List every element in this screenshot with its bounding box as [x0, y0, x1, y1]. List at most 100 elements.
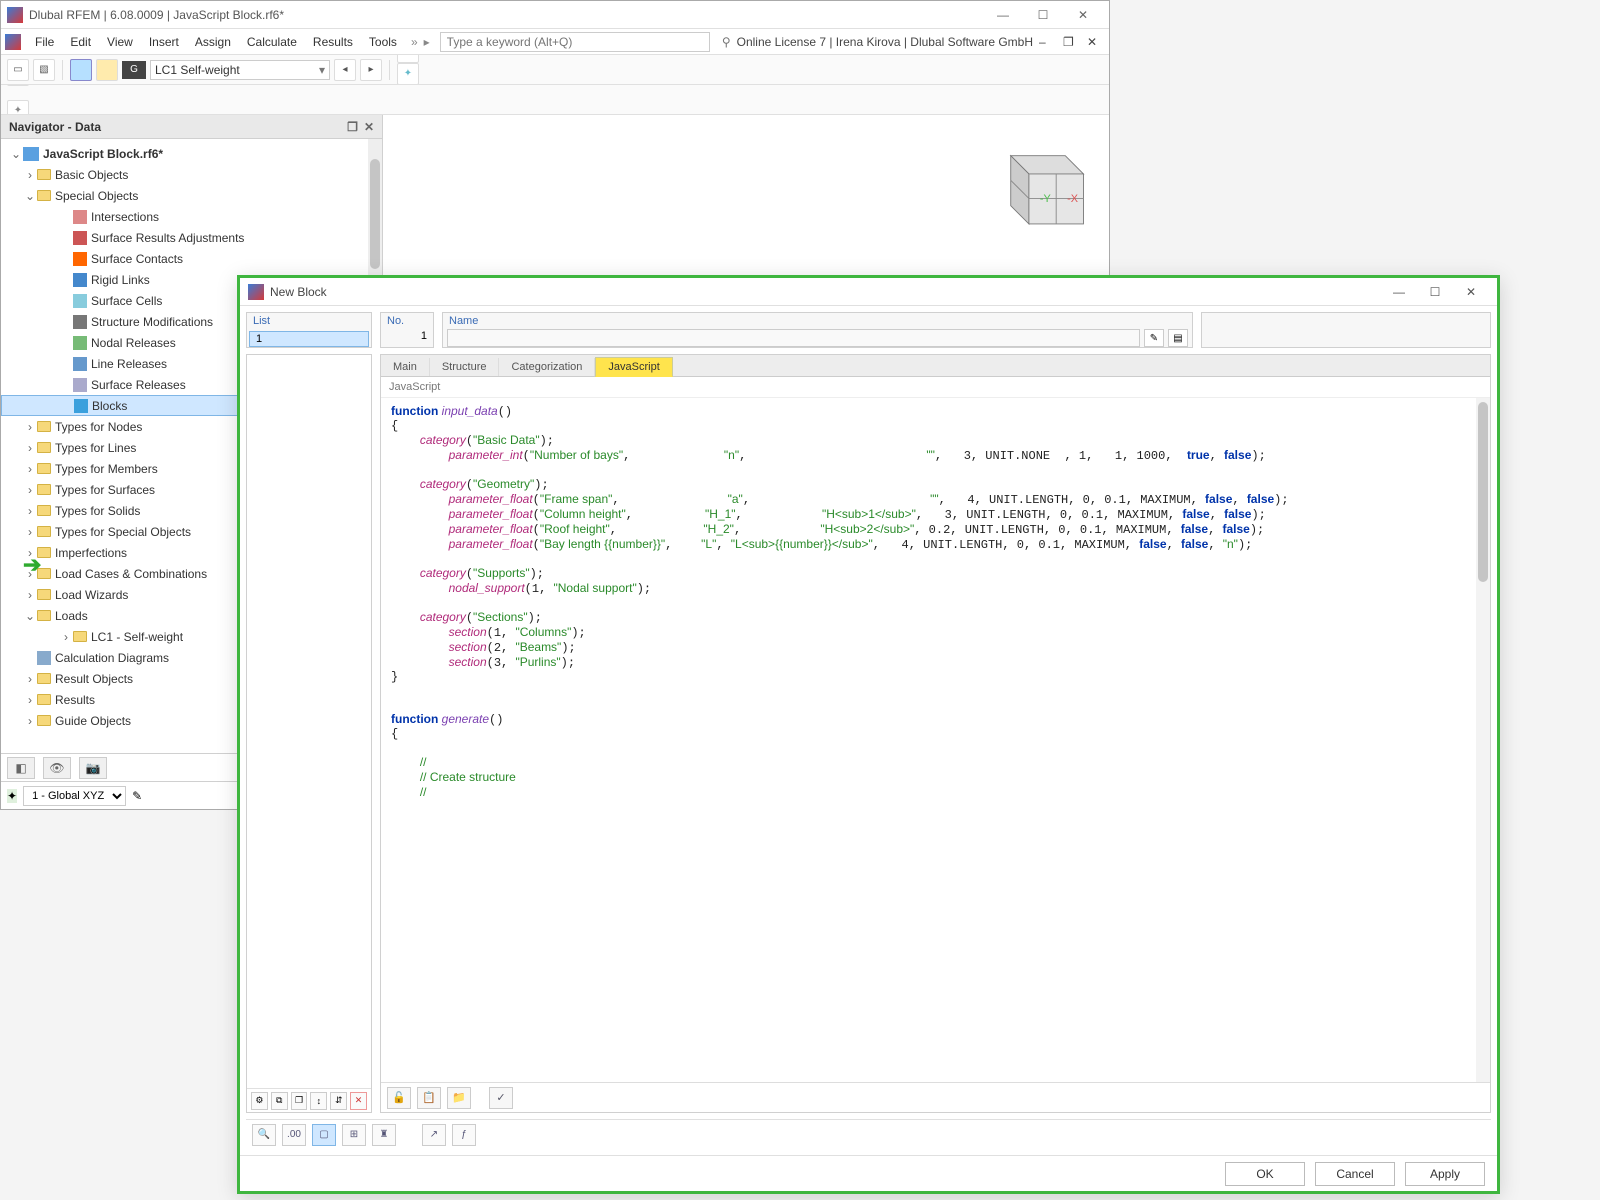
menu-overflow[interactable]: » [411, 35, 418, 49]
maximize-button[interactable]: ☐ [1023, 3, 1063, 27]
tb1-btn-1[interactable]: ▭ [7, 59, 29, 81]
code-subhead: JavaScript [381, 377, 1490, 398]
tb1-btn-2[interactable]: ▧ [33, 59, 55, 81]
dialog-close-button[interactable]: ✕ [1453, 281, 1489, 303]
expand-icon[interactable]: › [23, 168, 37, 182]
tb2-rest-btn-20[interactable]: ✦ [7, 100, 29, 116]
menu-assign[interactable]: Assign [187, 32, 239, 52]
list-tb-gear-icon[interactable]: ⚙ [251, 1092, 268, 1110]
btm-view-icon[interactable]: ▢ [312, 1124, 336, 1146]
nav-tab-camera-icon[interactable]: 📷 [79, 757, 107, 779]
tree-special-objects[interactable]: ⌄ Special Objects [1, 185, 382, 206]
expand-icon[interactable]: › [23, 504, 37, 518]
coord-system-select[interactable]: 1 - Global XYZ [23, 786, 126, 806]
expand-icon[interactable]: › [23, 525, 37, 539]
tb2-rest-btn-19[interactable]: ✦ [7, 85, 29, 86]
code-tb-check-icon[interactable]: ✓ [489, 1087, 513, 1109]
tb1-rest-btn-13[interactable]: ✦ [397, 63, 419, 85]
expand-icon[interactable]: › [23, 672, 37, 686]
collapse-icon[interactable]: ⌄ [23, 189, 37, 203]
code-tb-paste-icon[interactable]: 📋 [417, 1087, 441, 1109]
search-advanced-icon[interactable]: ⚲ [722, 35, 731, 49]
tb1-btn-4[interactable] [96, 59, 118, 81]
cancel-button[interactable]: Cancel [1315, 1162, 1395, 1186]
tb1-btn-3[interactable] [70, 59, 92, 81]
btm-script-icon[interactable]: ƒ [452, 1124, 476, 1146]
tree-label: Loads [55, 609, 88, 623]
close-button[interactable]: ✕ [1063, 3, 1103, 27]
search-input[interactable] [440, 32, 710, 52]
menu-edit[interactable]: Edit [62, 32, 99, 52]
tree-root[interactable]: ⌄ JavaScript Block.rf6* [1, 143, 382, 164]
expand-icon[interactable]: › [23, 420, 37, 434]
list-tb-sort-icon[interactable]: ↕ [310, 1092, 327, 1110]
menu-results[interactable]: Results [305, 32, 361, 52]
tb1-rest-btn-12[interactable]: ✦ [397, 55, 419, 63]
coord-icon[interactable]: ✦ [7, 789, 17, 803]
lc-select[interactable]: LC1 Self-weight ▾ [150, 60, 330, 80]
menu-insert[interactable]: Insert [141, 32, 187, 52]
tab-categorization[interactable]: Categorization [499, 358, 595, 376]
code-tb-lock-icon[interactable]: 🔓 [387, 1087, 411, 1109]
undock-icon[interactable]: ❐ [347, 120, 358, 134]
tb1-prev[interactable]: ◂ [334, 59, 356, 81]
list-tb-dup-icon[interactable]: ❐ [291, 1092, 308, 1110]
tree-basic-objects[interactable]: › Basic Objects [1, 164, 382, 185]
code-body[interactable]: function input_data() { category("Basic … [381, 398, 1490, 1082]
apply-button[interactable]: Apply [1405, 1162, 1485, 1186]
list-tb-delete-icon[interactable]: ✕ [350, 1092, 367, 1110]
tree-item-surface-contacts[interactable]: Surface Contacts [1, 248, 382, 269]
menu-calculate[interactable]: Calculate [239, 32, 305, 52]
expand-icon[interactable]: › [23, 462, 37, 476]
code-text[interactable]: function input_data() { category("Basic … [391, 404, 1480, 800]
btm-magnify-icon[interactable]: 🔍 [252, 1124, 276, 1146]
expand-icon[interactable]: ⌄ [23, 609, 37, 623]
list-tb-filter-icon[interactable]: ⇵ [330, 1092, 347, 1110]
sep [389, 60, 390, 80]
object-icon [73, 315, 87, 329]
expand-icon[interactable]: › [23, 483, 37, 497]
expand-icon[interactable]: › [23, 714, 37, 728]
btm-units-icon[interactable]: .00 [282, 1124, 306, 1146]
nav-tab-eye-icon[interactable]: 👁 [43, 757, 71, 779]
mdi-restore-icon[interactable]: ❐ [1063, 35, 1081, 49]
tb1-next[interactable]: ▸ [360, 59, 382, 81]
tab-javascript[interactable]: JavaScript [595, 357, 672, 377]
menu-file[interactable]: File [27, 32, 62, 52]
mdi-minimize-icon[interactable]: – [1039, 35, 1057, 49]
name-edit-icon[interactable]: ✎ [1144, 329, 1164, 347]
list-selected-item[interactable]: 1 [249, 331, 369, 347]
btm-grid-icon[interactable]: ⊞ [342, 1124, 366, 1146]
menu-tools[interactable]: Tools [361, 32, 405, 52]
tab-main[interactable]: Main [381, 358, 430, 376]
expand-icon[interactable]: › [23, 693, 37, 707]
tree-item-intersections[interactable]: Intersections [1, 206, 382, 227]
expand-icon[interactable]: › [23, 441, 37, 455]
orientation-cube-icon[interactable]: -Y -X [983, 133, 1093, 233]
coord-edit-icon[interactable]: ✎ [132, 789, 142, 803]
dialog-maximize-button[interactable]: ☐ [1417, 281, 1453, 303]
name-book-icon[interactable]: ▤ [1168, 329, 1188, 347]
list-body: ⚙ ⧉ ❐ ↕ ⇵ ✕ [246, 354, 372, 1113]
minimize-button[interactable]: — [983, 3, 1023, 27]
tree-item-surface-results-adjustments[interactable]: Surface Results Adjustments [1, 227, 382, 248]
ok-button[interactable]: OK [1225, 1162, 1305, 1186]
name-input[interactable] [447, 329, 1140, 347]
btm-export-icon[interactable]: ↗ [422, 1124, 446, 1146]
folder-icon [37, 673, 51, 684]
code-tb-folder-icon[interactable]: 📁 [447, 1087, 471, 1109]
close-panel-icon[interactable]: ✕ [364, 120, 374, 134]
tree-label: Intersections [91, 210, 159, 224]
code-scrollbar[interactable] [1476, 398, 1490, 1082]
list-tb-copy-icon[interactable]: ⧉ [271, 1092, 288, 1110]
dialog-content: List 1 No. 1 Name ✎ ▤ ⚙ [240, 306, 1497, 1155]
nav-tab-data-icon[interactable]: ◧ [7, 757, 35, 779]
btm-tree-icon[interactable]: ♜ [372, 1124, 396, 1146]
expand-icon[interactable]: › [59, 630, 73, 644]
expand-icon[interactable]: ⌄ [9, 147, 23, 161]
expand-icon[interactable]: › [23, 588, 37, 602]
menu-view[interactable]: View [99, 32, 141, 52]
mdi-close-icon[interactable]: ✕ [1087, 35, 1105, 49]
dialog-minimize-button[interactable]: — [1381, 281, 1417, 303]
tab-structure[interactable]: Structure [430, 358, 500, 376]
